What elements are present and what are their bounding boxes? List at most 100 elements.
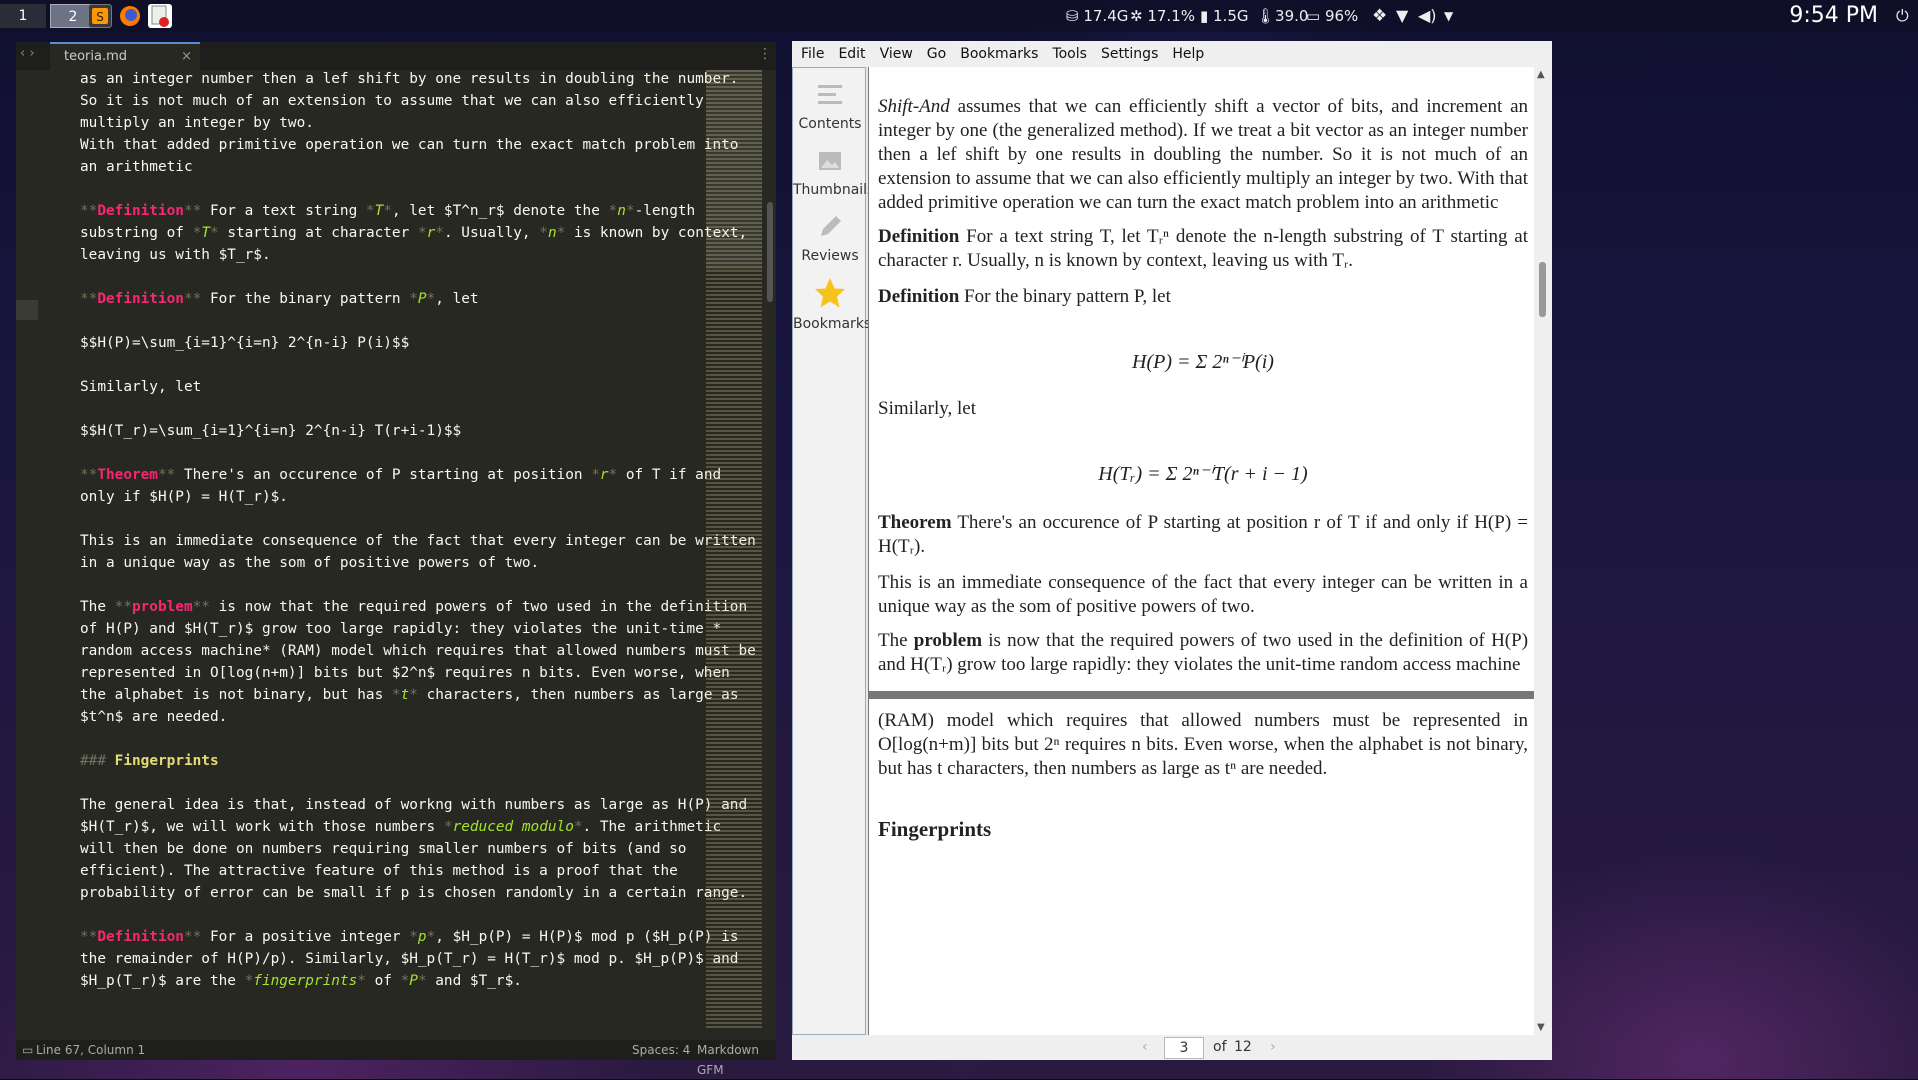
code-line[interactable]: the remainder of H(P)/p). Similarly, $H_…	[80, 948, 738, 970]
editor-scrollbar[interactable]	[767, 202, 773, 302]
code-line[interactable]: **Definition** For the binary pattern *P…	[80, 288, 720, 310]
menu-file[interactable]: File	[792, 41, 831, 67]
tab-teoria-md[interactable]: teoria.md ×	[50, 42, 200, 70]
code-line[interactable]: $t^n$ are needed.	[80, 706, 720, 728]
code-line[interactable]: leaving us with $T_r$.	[80, 244, 720, 266]
code-line[interactable]	[80, 354, 720, 376]
minimap-viewport[interactable]	[706, 70, 762, 270]
definition-2-text: For the binary pattern P, let	[964, 286, 1171, 307]
code-line[interactable]	[80, 266, 720, 288]
document-pages[interactable]: Shift-And assumes that we can efficientl…	[868, 67, 1552, 1035]
code-line[interactable]	[80, 398, 720, 420]
gutter-current-line	[16, 300, 38, 320]
menu-view[interactable]: View	[873, 41, 920, 67]
status-panel-icon[interactable]: ▭	[22, 1040, 33, 1060]
dropbox-icon[interactable]: ❖	[1372, 0, 1387, 32]
code-line[interactable]	[80, 904, 720, 926]
code-line[interactable]: random access machine* (RAM) model which…	[80, 640, 756, 662]
status-syntax[interactable]: Markdown GFM	[697, 1040, 776, 1080]
code-area[interactable]: as an integer number then a lef shift by…	[80, 68, 756, 992]
code-line[interactable]: $$H(P)=\sum_{i=1}^{i=n} 2^{n-i} P(i)$$	[80, 332, 720, 354]
sidebar-thumbnails[interactable]: Thumbnails	[793, 146, 874, 198]
volume-icon[interactable]: ◀)	[1418, 0, 1437, 32]
code-line[interactable]: $$H(T_r)=\sum_{i=1}^{i=n} 2^{n-i} T(r+i-…	[80, 420, 720, 442]
code-line[interactable]	[80, 772, 720, 794]
code-line[interactable]: as an integer number then a lef shift by…	[80, 68, 738, 90]
sidebar-reviews[interactable]: Reviews	[793, 212, 867, 264]
tab-menu-icon[interactable]: ⋮	[758, 46, 772, 62]
menu-tools[interactable]: Tools	[1045, 41, 1094, 67]
code-line[interactable]: This is an immediate consequence of the …	[80, 530, 756, 552]
tab-label: teoria.md	[64, 49, 128, 64]
pdf-viewer-icon[interactable]	[148, 4, 172, 28]
page-4: (RAM) model which requires that allowed …	[869, 699, 1534, 1035]
code-line[interactable]: of H(P) and $H(T_r)$ grow too large rapi…	[80, 618, 721, 640]
scroll-up-icon[interactable]: ▲	[1537, 69, 1545, 80]
paragraph-ram: (RAM) model which requires that allowed …	[878, 710, 1528, 779]
code-line[interactable]	[80, 310, 720, 332]
code-line[interactable]	[80, 728, 720, 750]
code-line[interactable]: So it is not much of an extension to ass…	[80, 90, 720, 112]
code-line[interactable]: only if $H(P) = H(T_r)$.	[80, 486, 720, 508]
viewer-scrollbar[interactable]: ▲ ▼	[1534, 67, 1552, 1035]
power-icon[interactable]: ⏻	[1896, 0, 1909, 32]
code-line[interactable]: substring of *T* starting at character *…	[80, 222, 747, 244]
sublime-text-icon[interactable]: S	[88, 4, 112, 28]
code-line[interactable]: Similarly, let	[80, 376, 720, 398]
tray-menu-chevron-icon[interactable]: ▼	[1444, 0, 1453, 32]
next-page-icon[interactable]: ›	[1270, 1035, 1276, 1060]
menu-go[interactable]: Go	[920, 41, 953, 67]
top-panel: 1 2 S ⛁ 17.4G ✲ 17.1% ▮ 1.5G 🌡39.0 ▭ 96%…	[0, 0, 1918, 32]
workspace-1-button[interactable]: 1	[0, 4, 46, 28]
code-line[interactable]: in a unique way as the som of positive p…	[80, 552, 720, 574]
code-line[interactable]: will then be done on numbers requiring s…	[80, 838, 720, 860]
similarly-text: Similarly, let	[878, 398, 976, 419]
sidebar-contents-label: Contents	[798, 116, 862, 132]
code-line[interactable]: the alphabet is not binary, but has *t* …	[80, 684, 739, 706]
problem-bold: problem	[913, 630, 983, 651]
code-line[interactable]: With that added primitive operation we c…	[80, 134, 738, 156]
clock[interactable]: 9:54 PM	[1789, 0, 1878, 32]
theorem-label: Theorem	[878, 512, 952, 533]
tab-nav-arrows-icon[interactable]: ‹ ›	[20, 46, 35, 61]
code-line[interactable]: represented in O[log(n+m)] bits but $2^n…	[80, 662, 730, 684]
code-line[interactable]: **Definition** For a text string *T*, le…	[80, 200, 720, 222]
code-line[interactable]: $H_p(T_r)$ are the *fingerprints* of *P*…	[80, 970, 720, 992]
code-line[interactable]	[80, 178, 720, 200]
document-viewer-window: File Edit View Go Bookmarks Tools Settings Help…	[792, 41, 1552, 1060]
menu-bookmarks[interactable]: Bookmarks	[953, 41, 1045, 67]
definition-1: Definition For a text string T, let Tᵣⁿ …	[878, 225, 1528, 273]
memory-indicator: ▮ 1.5G	[1200, 7, 1249, 25]
code-line[interactable]	[80, 508, 720, 530]
code-line[interactable]	[80, 574, 720, 596]
code-line[interactable]: multiply an integer by two.	[80, 112, 720, 134]
close-tab-icon[interactable]: ×	[181, 44, 192, 70]
page-number-input[interactable]: 3	[1164, 1037, 1204, 1059]
code-line[interactable]: efficient). The attractive feature of th…	[80, 860, 720, 882]
code-line[interactable]: **Definition** For a positive integer *p…	[80, 926, 739, 948]
code-line[interactable]: probability of error can be small if p i…	[80, 882, 747, 904]
menu-edit[interactable]: Edit	[831, 41, 872, 67]
firefox-icon[interactable]	[118, 4, 142, 28]
contents-icon	[818, 85, 842, 104]
menu-help[interactable]: Help	[1165, 41, 1211, 67]
menu-settings[interactable]: Settings	[1094, 41, 1165, 67]
status-indentation[interactable]: Spaces: 4	[632, 1040, 690, 1060]
previous-page-icon[interactable]: ‹	[1142, 1035, 1148, 1060]
sidebar-contents[interactable]: Contents	[793, 80, 867, 132]
sidebar-bookmarks-label: Bookmarks	[793, 316, 872, 332]
code-line[interactable]	[80, 442, 720, 464]
code-line[interactable]: an arithmetic	[80, 156, 720, 178]
code-line[interactable]: ### Fingerprints	[80, 750, 720, 772]
code-line[interactable]: The **problem** is now that the required…	[80, 596, 747, 618]
scroll-down-icon[interactable]: ▼	[1537, 1022, 1545, 1033]
memory-value: 1.5G	[1213, 7, 1249, 25]
sidebar-bookmarks[interactable]: Bookmarks	[793, 276, 871, 332]
code-line[interactable]: **Theorem** There's an occurence of P st…	[80, 464, 721, 486]
theorem: Theorem There's an occurence of P starti…	[878, 511, 1528, 559]
viewer-scrollbar-thumb[interactable]	[1539, 262, 1546, 317]
code-line[interactable]: The general idea is that, instead of wor…	[80, 794, 747, 816]
code-line[interactable]: $H(T_r)$, we will work with those number…	[80, 816, 721, 838]
editor-tab-bar: ‹ › teoria.md × ⋮	[16, 42, 776, 70]
wifi-icon[interactable]: ▼	[1396, 0, 1408, 32]
